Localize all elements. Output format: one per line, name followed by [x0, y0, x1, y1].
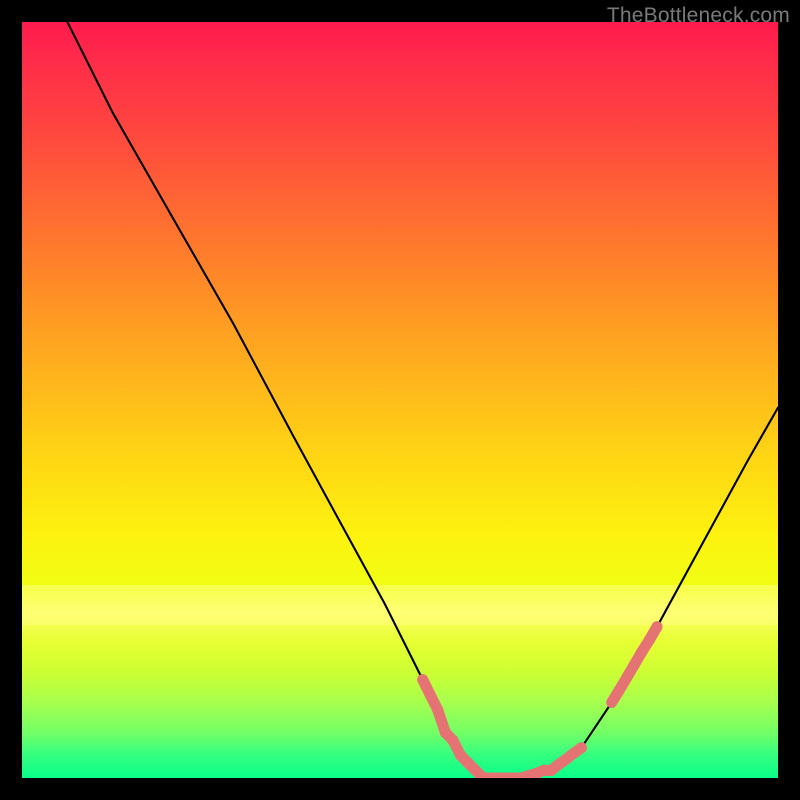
marker-dot	[432, 705, 443, 716]
marker-dot	[652, 621, 663, 632]
watermark-text: TheBottleneck.com	[607, 4, 790, 28]
bottleneck-curve	[67, 22, 778, 778]
marker-dot	[636, 646, 647, 657]
chart-svg	[22, 22, 778, 778]
marker-group	[417, 621, 662, 778]
marker-dot	[417, 674, 428, 685]
marker-dot	[425, 689, 436, 700]
marker-dot	[614, 685, 625, 696]
marker-dot	[576, 742, 587, 753]
marker-dot	[447, 735, 458, 746]
marker-dot	[606, 697, 617, 708]
chart-plot-area	[22, 22, 778, 778]
marker-dot	[644, 634, 655, 645]
marker-dot	[629, 659, 640, 670]
marker-dot	[621, 672, 632, 683]
